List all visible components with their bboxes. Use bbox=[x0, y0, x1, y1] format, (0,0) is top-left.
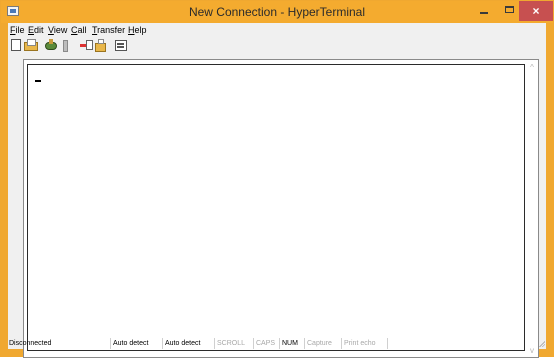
scroll-up-icon[interactable]: ^ bbox=[526, 62, 538, 74]
receive-icon[interactable] bbox=[94, 39, 108, 52]
status-caps: CAPS bbox=[255, 338, 280, 349]
connect-icon[interactable] bbox=[44, 39, 58, 52]
menu-edit[interactable]: Edit bbox=[28, 25, 44, 35]
menu-file[interactable]: File bbox=[10, 25, 25, 35]
menu-view[interactable]: View bbox=[48, 25, 67, 35]
send-icon[interactable] bbox=[80, 39, 94, 52]
open-icon[interactable] bbox=[24, 39, 38, 51]
new-icon[interactable] bbox=[11, 39, 21, 51]
status-scroll: SCROLL bbox=[216, 338, 254, 349]
status-capture: Capture bbox=[306, 338, 342, 349]
menu-transfer[interactable]: Transfer bbox=[92, 25, 125, 35]
terminal-frame: ^ v bbox=[23, 59, 539, 358]
client-area: File Edit View Call Transfer Help ^ v Di… bbox=[8, 23, 546, 358]
minimize-button[interactable] bbox=[471, 1, 497, 21]
properties-icon[interactable] bbox=[114, 39, 128, 52]
status-num: NUM bbox=[281, 338, 305, 349]
status-bar: Disconnected Auto detect Auto detect SCR… bbox=[8, 338, 546, 349]
terminal-screen[interactable] bbox=[27, 64, 525, 351]
close-button[interactable]: × bbox=[519, 1, 553, 21]
toolbar bbox=[8, 37, 546, 55]
menu-call[interactable]: Call bbox=[71, 25, 87, 35]
status-emulation: Auto detect bbox=[112, 338, 163, 349]
status-connection: Disconnected bbox=[8, 338, 111, 349]
status-port-settings: Auto detect bbox=[164, 338, 215, 349]
menu-help[interactable]: Help bbox=[128, 25, 147, 35]
status-print-echo: Print echo bbox=[343, 338, 388, 349]
menu-bar: File Edit View Call Transfer Help bbox=[8, 23, 546, 37]
title-bar[interactable]: New Connection - HyperTerminal × bbox=[1, 1, 553, 23]
text-cursor bbox=[35, 80, 41, 82]
hyperterminal-window: New Connection - HyperTerminal × File Ed… bbox=[0, 0, 554, 358]
vertical-scrollbar[interactable]: ^ v bbox=[526, 60, 538, 357]
resize-grip[interactable] bbox=[538, 340, 545, 347]
disconnect-icon[interactable] bbox=[59, 39, 73, 52]
